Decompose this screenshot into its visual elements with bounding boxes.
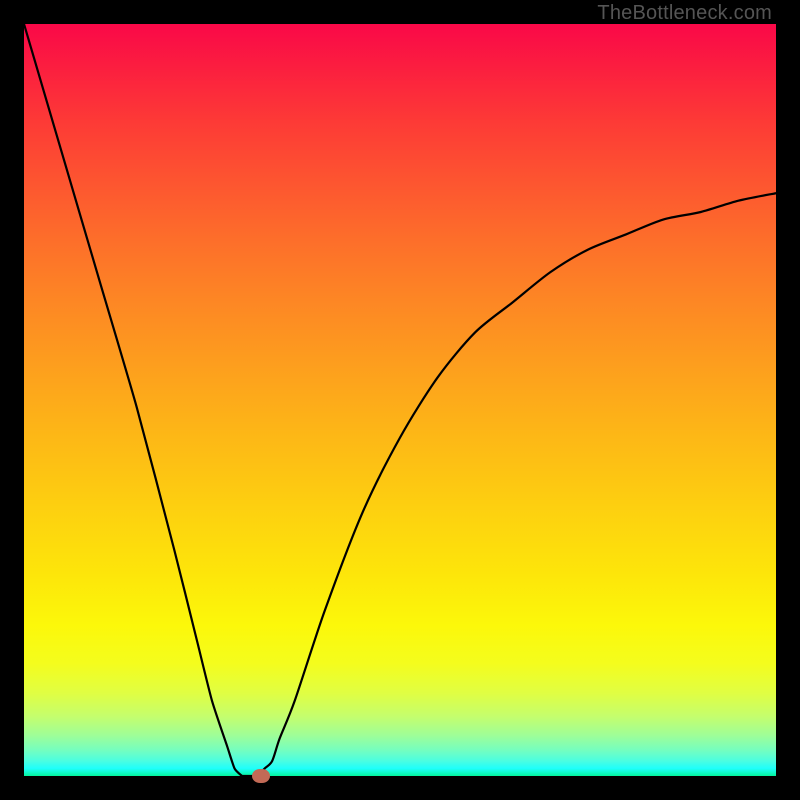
chart-frame: TheBottleneck.com xyxy=(0,0,800,800)
optimal-point-marker xyxy=(252,769,270,783)
attribution-text: TheBottleneck.com xyxy=(597,2,772,25)
gradient-background xyxy=(24,24,776,776)
